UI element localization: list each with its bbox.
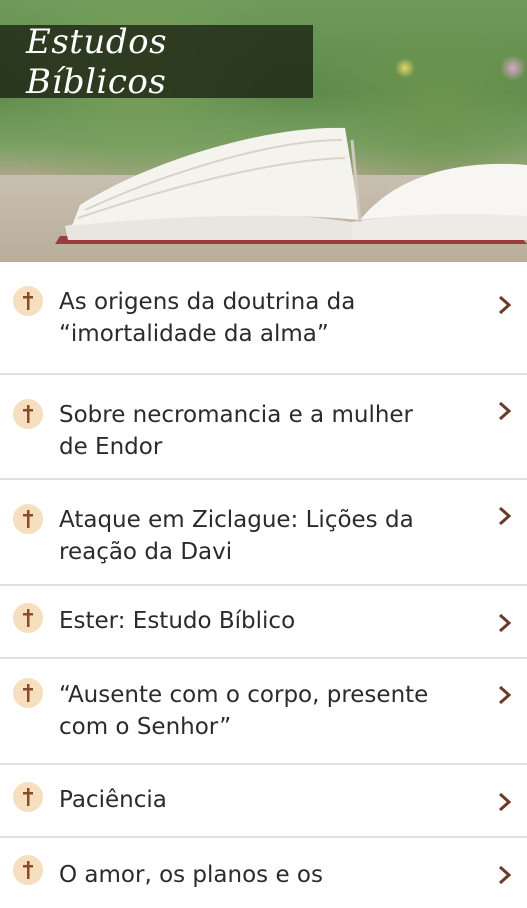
item-title: O amor, os planos e os (59, 862, 323, 888)
item-title: Ataque em Ziclague: Lições da reação da … (59, 507, 414, 565)
chevron-right-icon (497, 865, 513, 885)
list-item[interactable]: Paciência (0, 765, 527, 838)
chevron-right-icon (497, 506, 513, 526)
item-title: Paciência (59, 787, 167, 813)
cross-icon (13, 504, 43, 534)
chevron-right-icon (497, 685, 513, 705)
list-item[interactable]: Ataque em Ziclague: Lições da reação da … (0, 480, 527, 586)
cross-icon (13, 286, 43, 316)
cross-icon (13, 678, 43, 708)
title-banner: Estudos Bíblicos (0, 22, 313, 102)
chevron-right-icon (497, 401, 513, 421)
cross-icon (13, 603, 43, 633)
list-item[interactable]: O amor, os planos e os (0, 838, 527, 908)
header-image: Estudos Bíblicos (0, 0, 527, 262)
cross-icon (13, 855, 43, 885)
item-title: Ester: Estudo Bíblico (59, 608, 296, 634)
list-item[interactable]: As origens da doutrina da “imortalidade … (0, 262, 527, 375)
list-item[interactable]: Ester: Estudo Bíblico (0, 586, 527, 659)
app-title: Estudos Bíblicos (26, 21, 168, 102)
list-item[interactable]: Sobre necromancia e a mulher de Endor (0, 375, 527, 480)
cross-icon (13, 399, 43, 429)
cross-icon (13, 782, 43, 812)
item-title: “Ausente com o corpo, presente com o Sen… (59, 682, 429, 740)
list-item[interactable]: “Ausente com o corpo, presente com o Sen… (0, 659, 527, 765)
item-title: Sobre necromancia e a mulher de Endor (59, 402, 414, 460)
chevron-right-icon (497, 295, 513, 315)
chevron-right-icon (497, 613, 513, 633)
item-title: As origens da doutrina da “imortalidade … (59, 289, 356, 347)
chevron-right-icon (497, 792, 513, 812)
study-list: As origens da doutrina da “imortalidade … (0, 262, 527, 908)
